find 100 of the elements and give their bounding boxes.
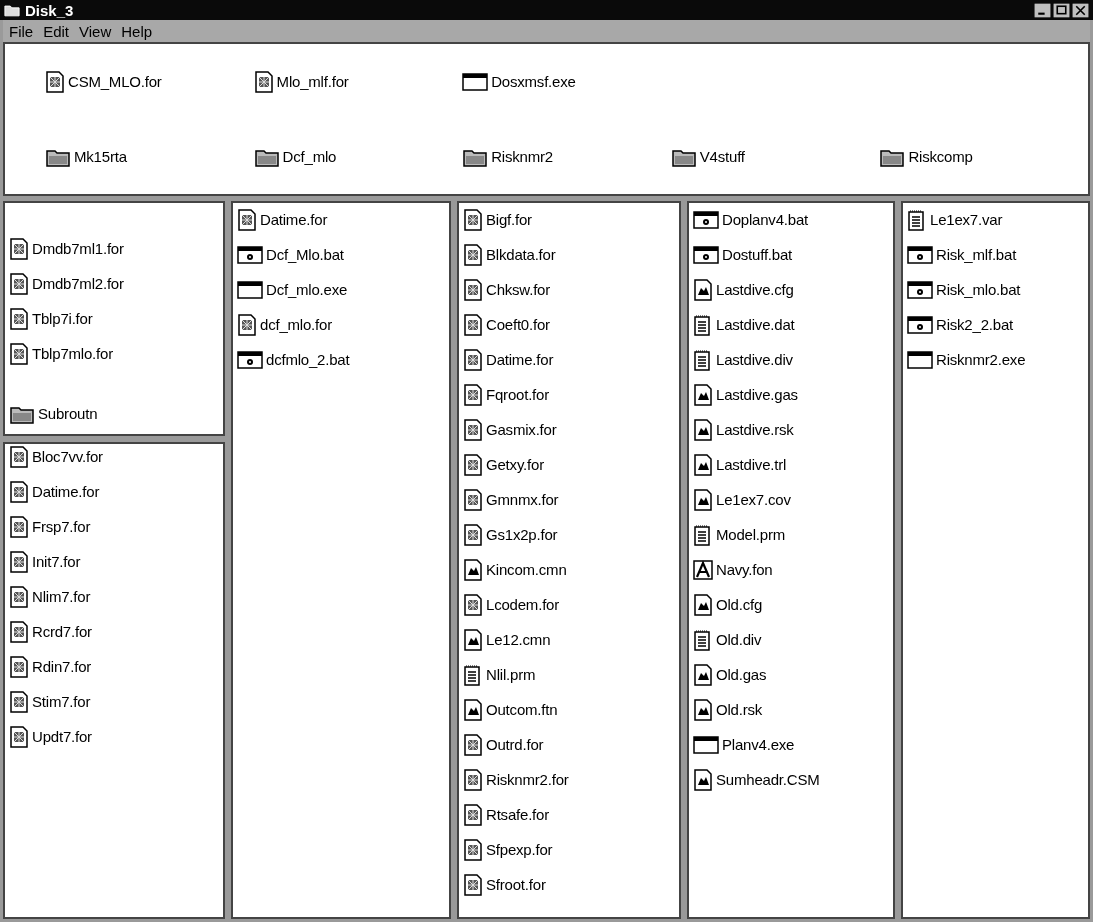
- window-icon: [237, 279, 263, 300]
- document-item[interactable]: Frsp7.for: [9, 514, 91, 539]
- document-item[interactable]: Init7.for: [9, 549, 81, 574]
- document-item[interactable]: CSM_MLO.for: [45, 69, 162, 94]
- document-item[interactable]: Dcf_Mlo.bat: [237, 242, 344, 267]
- document-icon: [463, 698, 483, 721]
- document-item[interactable]: Le1ex7.cov: [693, 487, 791, 512]
- document-item[interactable]: Chksw.for: [463, 277, 551, 302]
- document-item[interactable]: Gs1x2p.for: [463, 522, 558, 547]
- document-item[interactable]: Dmdb7ml2.for: [9, 271, 124, 296]
- document-item[interactable]: Navy.fon: [693, 557, 773, 582]
- document-item[interactable]: Coeft0.for: [463, 312, 550, 337]
- checkered-document-icon: [463, 873, 483, 896]
- menu-item[interactable]: File: [9, 22, 34, 40]
- document-item[interactable]: Outcom.ftn: [463, 697, 558, 722]
- document-item[interactable]: Bloc7vv.for: [9, 444, 103, 469]
- menu-item[interactable]: Help: [121, 22, 153, 40]
- document-item[interactable]: Stim7.for: [9, 689, 91, 714]
- document-item[interactable]: Old.cfg: [693, 592, 763, 617]
- folder-item[interactable]: Dcf_mlo: [253, 144, 337, 169]
- checkered-document-icon: [9, 550, 29, 573]
- menu-item[interactable]: View: [79, 22, 112, 40]
- checkered-document-icon: [45, 70, 65, 93]
- document-item[interactable]: Old.gas: [693, 662, 767, 687]
- checkered-document-icon: [463, 348, 483, 371]
- document-item[interactable]: Tblp7mlo.for: [9, 341, 113, 366]
- window-icon: [907, 349, 933, 370]
- document-item[interactable]: Tblp7i.for: [9, 306, 93, 331]
- checkered-document-icon: [463, 593, 483, 616]
- document-item[interactable]: Blkdata.for: [463, 242, 556, 267]
- document-item[interactable]: Updt7.for: [9, 724, 92, 749]
- document-item[interactable]: Mlo_mlf.for: [253, 69, 349, 94]
- document-item[interactable]: Le1ex7.var: [907, 207, 1003, 232]
- maximize-icon[interactable]: [1053, 2, 1070, 18]
- checkered-document-icon: [463, 313, 483, 336]
- checkered-document-icon: [463, 733, 483, 756]
- document-item[interactable]: Old.div: [693, 627, 762, 652]
- checkered-document-icon: [9, 445, 29, 468]
- document-item[interactable]: Doplanv4.bat: [693, 207, 808, 232]
- document-item[interactable]: Lastdive.gas: [693, 382, 798, 407]
- document-icon: [463, 558, 483, 581]
- document-item[interactable]: Nlim7.for: [9, 584, 91, 609]
- document-item[interactable]: Getxy.for: [463, 452, 544, 477]
- document-item[interactable]: Risknmr2.exe: [907, 347, 1026, 372]
- document-item[interactable]: Old.rsk: [693, 697, 763, 722]
- document-item[interactable]: Risk_mlf.bat: [907, 242, 1017, 267]
- document-item[interactable]: Rcrd7.for: [9, 619, 92, 644]
- document-item[interactable]: Dostuff.bat: [693, 242, 793, 267]
- checkered-document-icon: [463, 208, 483, 231]
- document-item[interactable]: Le12.cmn: [463, 627, 551, 652]
- folder-item[interactable]: V4stuff: [670, 144, 745, 169]
- document-item[interactable]: Dcf_mlo.exe: [237, 277, 348, 302]
- document-item[interactable]: Risk_mlo.bat: [907, 277, 1021, 302]
- document-item[interactable]: Lastdive.trl: [693, 452, 787, 477]
- document-item[interactable]: Datime.for: [9, 479, 100, 504]
- document-item[interactable]: Lastdive.rsk: [693, 417, 794, 442]
- close-icon[interactable]: [1072, 2, 1089, 18]
- window-icon: [693, 734, 719, 755]
- folder-item[interactable]: Subroutn: [9, 401, 98, 426]
- document-item[interactable]: Rtsafe.for: [463, 802, 550, 827]
- document-item[interactable]: Gmnmx.for: [463, 487, 559, 512]
- checkered-document-icon: [463, 278, 483, 301]
- document-item[interactable]: Lastdive.cfg: [693, 277, 794, 302]
- checkered-document-icon: [463, 768, 483, 791]
- document-item[interactable]: Dosxmsf.exe: [462, 69, 576, 94]
- document-item[interactable]: Dmdb7ml1.for: [9, 236, 124, 261]
- checkered-document-icon: [9, 307, 29, 330]
- document-item[interactable]: dcf_mlo.for: [237, 312, 332, 337]
- folder-item[interactable]: Risknmr2: [462, 144, 553, 169]
- document-item[interactable]: Outrd.for: [463, 732, 544, 757]
- notepad-icon: [463, 663, 483, 686]
- folder-icon: [4, 3, 20, 17]
- menu-item[interactable]: Edit: [43, 22, 70, 40]
- document-item[interactable]: Sumheadr.CSM: [693, 767, 820, 792]
- document-item[interactable]: Bigf.for: [463, 207, 532, 232]
- document-icon: [693, 663, 713, 686]
- checkered-document-icon: [9, 655, 29, 678]
- checkered-document-icon: [463, 488, 483, 511]
- document-item[interactable]: Lcodem.for: [463, 592, 560, 617]
- document-item[interactable]: Lastdive.dat: [693, 312, 795, 337]
- document-item[interactable]: Risk2_2.bat: [907, 312, 1013, 337]
- folder-item[interactable]: Mk15rta: [45, 144, 127, 169]
- document-item[interactable]: Datime.for: [237, 207, 328, 232]
- minimize-icon[interactable]: [1034, 2, 1051, 18]
- document-item[interactable]: Planv4.exe: [693, 732, 795, 757]
- document-item[interactable]: Sfpexp.for: [463, 837, 553, 862]
- document-item[interactable]: Sfroot.for: [463, 872, 546, 897]
- document-item[interactable]: Model.prm: [693, 522, 786, 547]
- checkered-document-icon: [463, 838, 483, 861]
- folder-item[interactable]: Riskcomp: [879, 144, 973, 169]
- document-item[interactable]: Rdin7.for: [9, 654, 92, 679]
- document-item[interactable]: Nlil.prm: [463, 662, 536, 687]
- document-item[interactable]: Datime.for: [463, 347, 554, 372]
- document-item[interactable]: dcfmlo_2.bat: [237, 347, 350, 372]
- document-item[interactable]: Risknmr2.for: [463, 767, 569, 792]
- document-item[interactable]: Kincom.cmn: [463, 557, 567, 582]
- document-item[interactable]: Gasmix.for: [463, 417, 557, 442]
- document-item[interactable]: Lastdive.div: [693, 347, 793, 372]
- notepad-icon: [693, 313, 713, 336]
- document-item[interactable]: Fqroot.for: [463, 382, 550, 407]
